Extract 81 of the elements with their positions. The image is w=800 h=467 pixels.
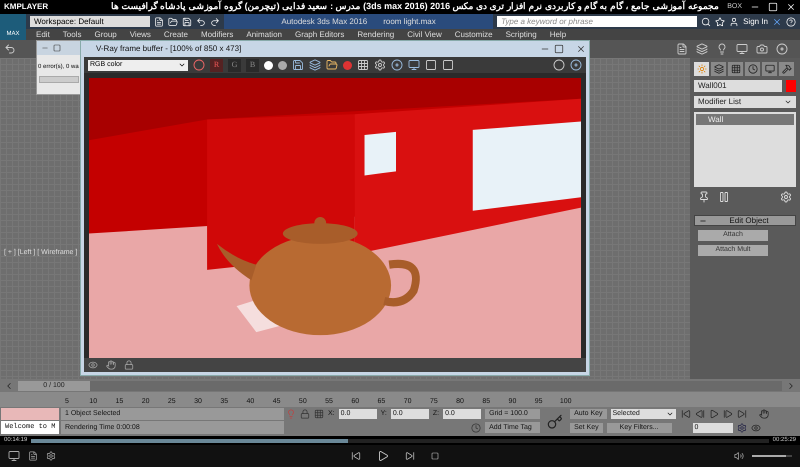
play-icon[interactable] bbox=[377, 450, 389, 462]
log-scrollbar bbox=[39, 76, 79, 83]
light-icon[interactable] bbox=[716, 43, 728, 55]
next-icon[interactable] bbox=[405, 451, 415, 461]
volume-icon[interactable] bbox=[734, 451, 744, 461]
settings-icon[interactable] bbox=[46, 451, 56, 461]
layers-icon[interactable] bbox=[696, 43, 708, 55]
command-tab[interactable] bbox=[762, 62, 777, 76]
settings-icon[interactable] bbox=[374, 59, 386, 71]
object-name-field[interactable]: Wall001 bbox=[694, 80, 782, 92]
display-icon[interactable] bbox=[408, 59, 420, 71]
stop-icon[interactable] bbox=[431, 452, 439, 460]
menu-item[interactable]: Modifiers bbox=[200, 29, 234, 40]
menu-item[interactable]: Create bbox=[164, 29, 188, 40]
star-icon[interactable] bbox=[715, 16, 726, 26]
go-to-start-icon[interactable] bbox=[680, 409, 691, 419]
sphere-icon[interactable] bbox=[553, 59, 565, 71]
frame-buffer-title: V-Ray frame buffer - [100% of 850 x 473] bbox=[95, 43, 242, 55]
time-tag-icon[interactable] bbox=[471, 422, 482, 432]
menu-item[interactable]: Rendering bbox=[357, 29, 394, 40]
go-to-end-icon[interactable] bbox=[736, 409, 747, 419]
maxscript-listener-field[interactable] bbox=[1, 408, 59, 420]
lock-icon[interactable] bbox=[300, 409, 310, 419]
save-icon[interactable] bbox=[292, 59, 304, 71]
undo-icon[interactable] bbox=[196, 16, 206, 26]
close-icon[interactable] bbox=[576, 44, 586, 54]
playlist-icon[interactable] bbox=[28, 451, 38, 461]
modifier-list-dropdown[interactable]: Modifier List bbox=[694, 96, 796, 108]
close-icon[interactable] bbox=[786, 2, 796, 12]
stack-item[interactable]: Wall bbox=[696, 114, 794, 125]
command-tab[interactable] bbox=[728, 62, 743, 76]
seek-bar[interactable] bbox=[31, 438, 769, 442]
next-key-icon[interactable] bbox=[722, 409, 733, 419]
menu-item[interactable]: Animation bbox=[246, 29, 282, 40]
file-name: room light.max bbox=[383, 16, 436, 28]
menu-item[interactable]: Scripting bbox=[506, 29, 537, 40]
channel-toggle[interactable]: G bbox=[228, 58, 241, 72]
channel-toggle[interactable]: B bbox=[246, 58, 259, 72]
command-tab[interactable] bbox=[779, 62, 794, 76]
pin-icon[interactable] bbox=[698, 191, 710, 203]
folder-icon[interactable] bbox=[326, 59, 338, 71]
time-config-icon[interactable] bbox=[736, 422, 747, 432]
lock-icon[interactable] bbox=[124, 360, 134, 370]
view-icon[interactable] bbox=[88, 360, 98, 370]
menu-item[interactable]: Views bbox=[130, 29, 151, 40]
x-icon[interactable] bbox=[772, 16, 782, 26]
previous-key-icon[interactable] bbox=[694, 409, 705, 419]
previous-icon[interactable] bbox=[351, 451, 361, 461]
configure-icon[interactable] bbox=[780, 191, 792, 203]
menu-item[interactable]: Help bbox=[550, 29, 566, 40]
menu-item[interactable]: Edit bbox=[36, 29, 50, 40]
channel-toggle[interactable]: R bbox=[210, 58, 223, 72]
pan-icon[interactable] bbox=[758, 409, 769, 419]
new-file-icon[interactable] bbox=[154, 16, 164, 26]
help-icon[interactable] bbox=[786, 16, 796, 26]
command-tab[interactable] bbox=[711, 62, 726, 76]
open-icon[interactable] bbox=[168, 16, 178, 26]
user-icon[interactable] bbox=[729, 16, 740, 26]
stop-icon[interactable] bbox=[343, 60, 352, 70]
frame-icon[interactable] bbox=[425, 59, 437, 71]
rollout-header[interactable]: Edit Object bbox=[694, 215, 796, 226]
sign-in-link[interactable]: Sign In bbox=[743, 16, 768, 28]
workspace-dropdown[interactable]: Workspace: Default bbox=[30, 16, 150, 27]
app-title: Autodesk 3ds Max 2016 bbox=[281, 16, 368, 28]
maximize-icon[interactable] bbox=[554, 44, 564, 54]
render-icon[interactable] bbox=[756, 43, 768, 55]
command-tab[interactable] bbox=[745, 62, 760, 76]
background-swatch-icon[interactable] bbox=[278, 60, 287, 70]
help-search-field[interactable]: Type a keyword or phrase bbox=[497, 16, 698, 27]
menu-item[interactable]: Customize bbox=[454, 29, 493, 40]
video-title: مجموعه آموزشی جامع ، گام به گام و کاربردی نرم افزار تری دی مکس 2016 (3ds max 2016) مدرس : سعید فدایی (تیچرمن) گروه آموزشی پادشاه گرافیست ها bbox=[110, 0, 720, 14]
player-brand: KMPLAYER bbox=[4, 1, 48, 13]
display-swatch-icon[interactable] bbox=[264, 60, 273, 70]
menu-item[interactable]: Civil View bbox=[407, 29, 442, 40]
object-color-swatch[interactable] bbox=[786, 80, 796, 92]
menu-item[interactable]: Tools bbox=[62, 29, 82, 40]
key-icon[interactable] bbox=[547, 414, 564, 430]
hand-icon[interactable] bbox=[106, 360, 116, 370]
menu-item[interactable]: Group bbox=[94, 29, 117, 40]
redo-icon[interactable] bbox=[210, 16, 220, 26]
menu-item[interactable]: Graph Editors bbox=[294, 29, 344, 40]
